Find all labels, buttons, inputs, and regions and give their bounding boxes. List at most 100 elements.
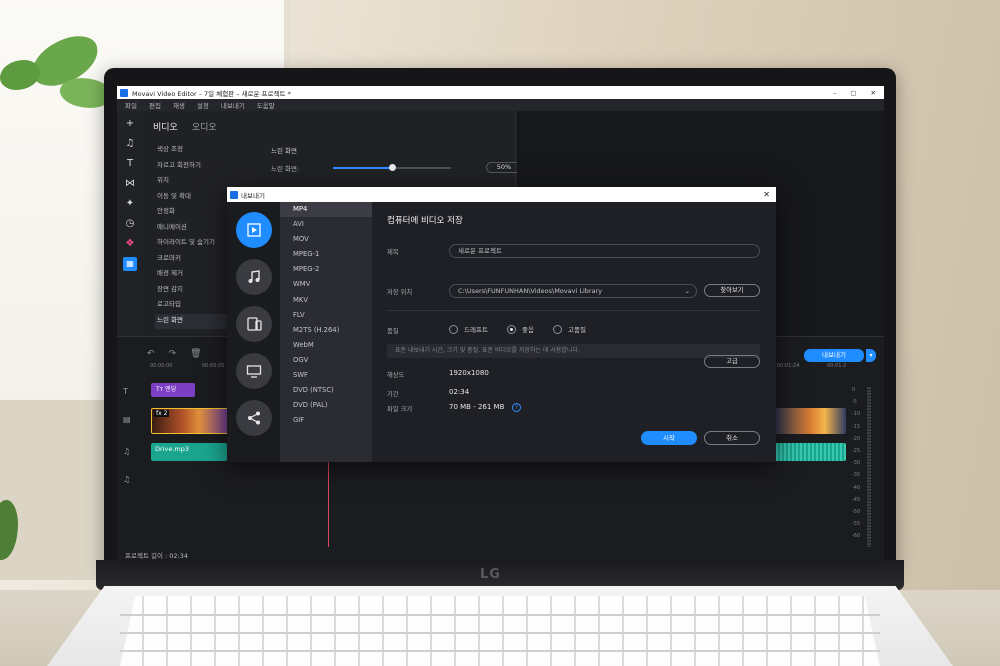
format-item[interactable]: WMV bbox=[280, 277, 372, 292]
sticker-icon[interactable]: ❖ bbox=[123, 237, 137, 251]
delete-icon[interactable]: 🗑 bbox=[190, 349, 201, 359]
meter-tick: 0 bbox=[852, 387, 856, 393]
tool-strip: + ♫ T ⋈ ✦ ◷ ❖ ▦ bbox=[117, 111, 143, 336]
transition-icon[interactable]: ⋈ bbox=[123, 177, 137, 191]
format-item[interactable]: DVD (PAL) bbox=[280, 398, 372, 413]
format-item[interactable]: GIF bbox=[280, 413, 372, 428]
timeline-toolbar: ↶ ↷ 🗑 bbox=[147, 349, 202, 359]
menu-file[interactable]: 파일 bbox=[125, 100, 137, 110]
radio-circle[interactable] bbox=[449, 324, 458, 334]
name-field[interactable]: 새로운 프로젝트 bbox=[449, 244, 760, 258]
quality-high-radio[interactable]: 고품질 bbox=[553, 324, 586, 334]
music-icon[interactable]: ♫ bbox=[123, 137, 137, 151]
export-button[interactable]: 내보내기 bbox=[804, 349, 864, 362]
menu-settings[interactable]: 설정 bbox=[197, 100, 209, 110]
meter-bar bbox=[867, 387, 871, 547]
tv-icon[interactable] bbox=[235, 353, 272, 389]
resolution-value: 1920x1080 bbox=[449, 369, 489, 377]
text-track-icon: T bbox=[123, 387, 128, 396]
resolution-label: 해상도 bbox=[387, 372, 405, 379]
format-item[interactable]: MPEG-2 bbox=[280, 262, 372, 277]
format-item-selected[interactable]: MP4 bbox=[280, 202, 372, 218]
quality-draft-radio[interactable]: 드래프트 bbox=[449, 324, 488, 334]
meter-tick: -50 bbox=[852, 509, 861, 515]
text-clip[interactable]: Tт 엔딩 bbox=[151, 383, 195, 397]
format-item[interactable]: M2TS (H.264) bbox=[280, 323, 372, 338]
clock-icon[interactable]: ◷ bbox=[123, 217, 137, 231]
duration-value: 02:34 bbox=[449, 388, 470, 396]
video-clip[interactable]: fx 2 bbox=[151, 408, 231, 434]
cancel-button[interactable]: 취소 bbox=[704, 431, 760, 445]
menu-help[interactable]: 도움말 bbox=[257, 100, 275, 110]
audio-track-icon: ♫ bbox=[123, 475, 131, 484]
meter-tick: -10 bbox=[852, 411, 861, 418]
export-dropdown-icon[interactable]: ▾ bbox=[866, 349, 876, 362]
window-title: Movavi Video Editor – 7일 체험판 – 새로운 프로젝트 … bbox=[132, 89, 291, 98]
sparkle-icon[interactable]: ✦ bbox=[123, 197, 137, 211]
keyboard-row-divider bbox=[120, 650, 880, 652]
keyboard-row-divider bbox=[120, 632, 880, 634]
panel-tabs: 비디오 오디오 bbox=[143, 111, 515, 133]
devices-icon[interactable] bbox=[235, 306, 272, 342]
menu-export[interactable]: 내보내기 bbox=[221, 100, 245, 110]
menu-playback[interactable]: 재생 bbox=[173, 100, 185, 110]
fx-detail-title: 느린 화면 bbox=[271, 147, 297, 155]
audio-clip[interactable] bbox=[774, 443, 846, 461]
browse-button[interactable]: 찾아보기 bbox=[704, 284, 760, 297]
audio-note-icon[interactable] bbox=[235, 259, 272, 295]
format-item[interactable]: SWF bbox=[280, 368, 372, 383]
format-item[interactable]: MOV bbox=[280, 232, 372, 247]
chevron-down-icon[interactable]: ⌄ bbox=[685, 285, 690, 297]
format-item[interactable]: AVI bbox=[280, 217, 372, 232]
more-tools-icon[interactable]: ▦ bbox=[123, 257, 137, 271]
ruler-tick: 00:01:24 bbox=[777, 363, 800, 369]
share-icon[interactable] bbox=[235, 400, 272, 436]
tab-video[interactable]: 비디오 bbox=[153, 120, 178, 133]
tab-audio[interactable]: 오디오 bbox=[192, 120, 217, 133]
export-category-sidebar bbox=[227, 202, 280, 462]
radio-label: 고품질 bbox=[568, 326, 586, 334]
maximize-button[interactable]: ▢ bbox=[850, 89, 856, 97]
text-icon[interactable]: T bbox=[123, 157, 137, 171]
menu-edit[interactable]: 편집 bbox=[149, 100, 161, 110]
start-button[interactable]: 시작 bbox=[641, 431, 697, 445]
project-length: 프로젝트 길이 : 02:34 bbox=[125, 552, 189, 560]
quality-good-radio[interactable]: 좋음 bbox=[507, 324, 534, 334]
close-window-button[interactable]: ✕ bbox=[871, 89, 876, 97]
plus-icon[interactable]: + bbox=[123, 117, 137, 131]
export-settings: 컴퓨터에 비디오 저장 제목 새로운 프로젝트 저장 위치 C:\Users\F… bbox=[372, 202, 776, 462]
minimize-button[interactable]: – bbox=[833, 89, 836, 97]
location-field[interactable]: C:\Users\FUNFUNHAN\Videos\Movavi Library… bbox=[449, 284, 697, 298]
help-icon[interactable]: ? bbox=[512, 403, 521, 412]
menu-bar: 파일 편집 재생 설정 내보내기 도움말 bbox=[117, 99, 884, 111]
format-item[interactable]: WebM bbox=[280, 338, 372, 353]
radio-circle[interactable] bbox=[553, 324, 562, 334]
radio-label: 드래프트 bbox=[464, 326, 488, 334]
fx-item[interactable]: 자르고 회전하기 bbox=[155, 159, 255, 175]
meter-tick: -30 bbox=[852, 460, 861, 467]
format-item[interactable]: FLV bbox=[280, 308, 372, 323]
redo-icon[interactable]: ↷ bbox=[169, 349, 177, 359]
undo-icon[interactable]: ↶ bbox=[147, 349, 155, 359]
video-clip[interactable] bbox=[774, 408, 846, 434]
location-path: C:\Users\FUNFUNHAN\Videos\Movavi Library bbox=[458, 287, 603, 295]
format-item[interactable]: MPEG-1 bbox=[280, 247, 372, 262]
fx-item[interactable]: 색상 조정 bbox=[155, 143, 255, 159]
filesize-value: 70 MB - 261 MB bbox=[449, 403, 505, 411]
format-item[interactable]: OGV bbox=[280, 353, 372, 368]
slow-motion-slider[interactable] bbox=[333, 164, 451, 171]
advanced-button[interactable]: 고급 bbox=[704, 355, 760, 368]
dialog-titlebar: 내보내기 ✕ bbox=[227, 187, 776, 202]
audio-level-meter: 0 -5 -10 -15 -20 -25 -30 -35 -40 -45 -50 -55 -60 bbox=[852, 387, 876, 557]
format-item[interactable]: MKV bbox=[280, 293, 372, 308]
slider-handle[interactable] bbox=[389, 164, 396, 171]
photo-scene: LG Movavi Video Editor – 7일 체험판 – 새로운 프로… bbox=[0, 0, 1000, 666]
dialog-close-button[interactable]: ✕ bbox=[763, 190, 776, 199]
video-file-icon[interactable] bbox=[235, 212, 272, 248]
export-dialog: 내보내기 ✕ MP4 AVI MOV MPEG-1 MPEG-2 WMV MKV… bbox=[227, 187, 776, 462]
audio-clip[interactable]: Drive.mp3 bbox=[151, 443, 227, 461]
format-list: MP4 AVI MOV MPEG-1 MPEG-2 WMV MKV FLV M2… bbox=[280, 202, 372, 462]
meter-tick: -60 bbox=[852, 533, 861, 540]
radio-circle-checked[interactable] bbox=[507, 324, 516, 334]
format-item[interactable]: DVD (NTSC) bbox=[280, 383, 372, 398]
